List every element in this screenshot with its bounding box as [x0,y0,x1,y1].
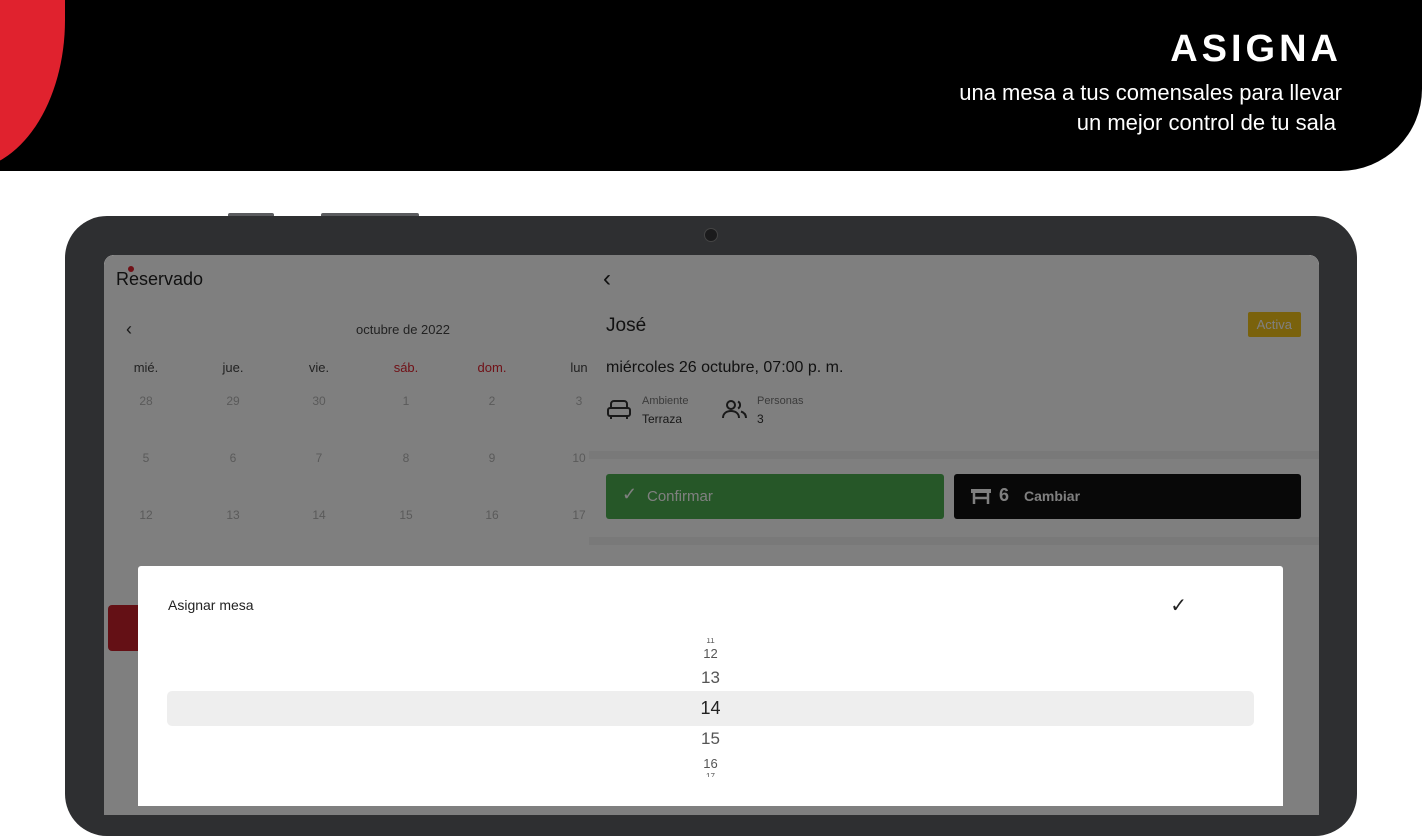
checkmark-icon[interactable]: ✓ [1170,593,1187,618]
picker-option[interactable]: 15 [138,729,1283,749]
banner-headline: ASIGNA [1170,28,1342,70]
picker-option[interactable]: 12 [138,646,1283,661]
assign-table-dialog: Asignar mesa ✓ 11 12 13 14 15 16 17 [138,566,1283,806]
picker-option[interactable]: 11 [138,638,1283,644]
camera-icon [704,228,718,242]
brand-shape [0,0,65,170]
tagline-line-1: una mesa a tus comensales para llevar [959,80,1342,105]
picker-option[interactable]: 16 [138,756,1283,771]
promo-banner: ASIGNA una mesa a tus comensales para ll… [0,0,1422,171]
banner-tagline: una mesa a tus comensales para llevar un… [959,78,1342,138]
dialog-title: Asignar mesa [168,597,254,613]
picker-option[interactable]: 17 [138,772,1283,777]
picker-option[interactable]: 13 [138,668,1283,688]
picker-option-selected[interactable]: 14 [138,698,1283,719]
tagline-line-2: un mejor control de tu sala [1076,110,1336,135]
